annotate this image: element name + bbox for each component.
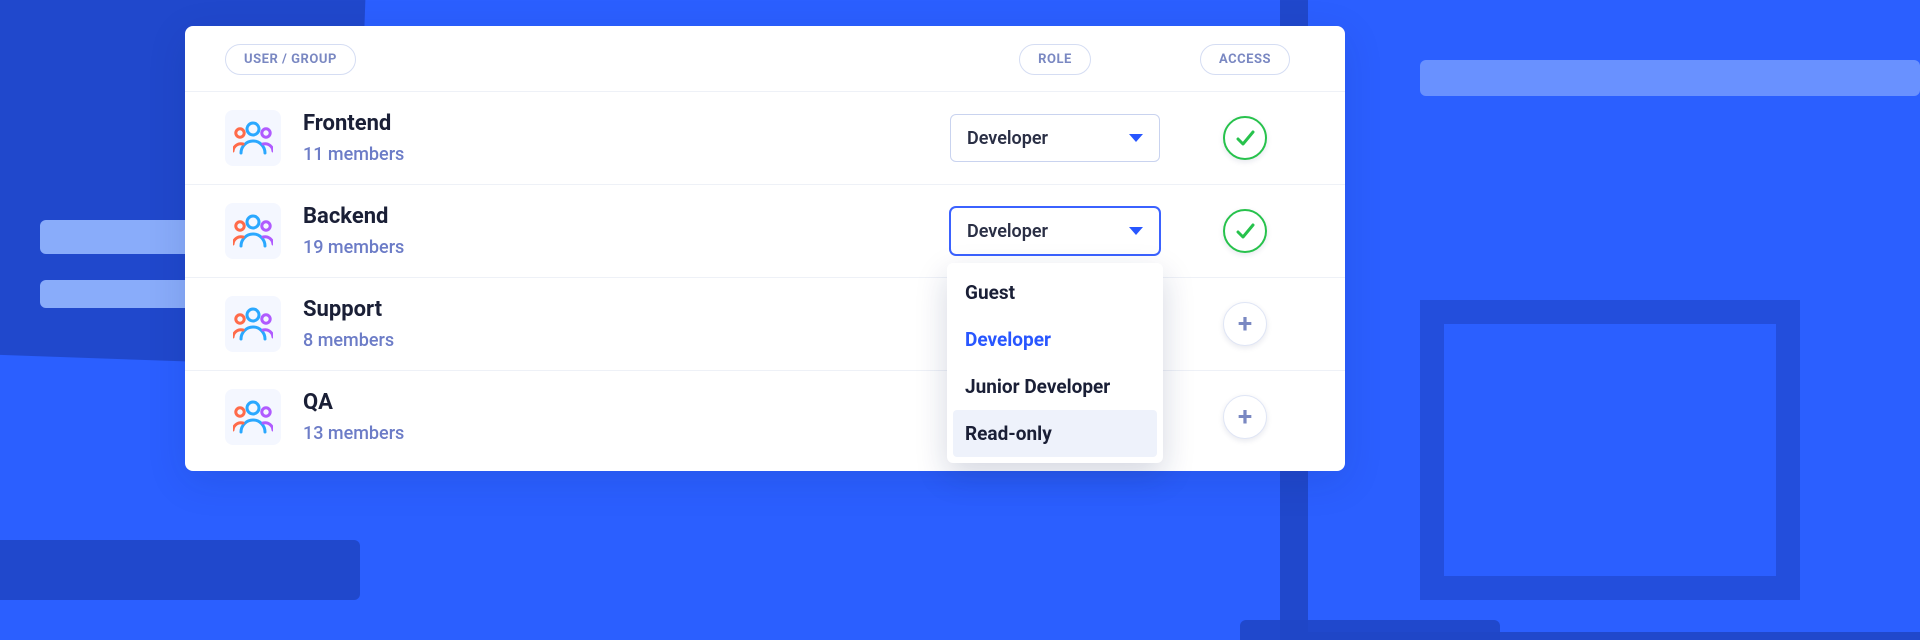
group-members: 8 members	[303, 330, 394, 351]
table-row: Support 8 members +	[185, 278, 1345, 371]
people-icon	[233, 213, 273, 249]
role-select-value: Developer	[967, 221, 1048, 242]
access-granted-badge[interactable]	[1223, 209, 1267, 253]
group-members: 11 members	[303, 144, 404, 165]
plus-icon: +	[1238, 311, 1252, 337]
role-option[interactable]: Junior Developer	[947, 363, 1163, 410]
column-role: ROLE	[1019, 44, 1091, 75]
group-cell: Support 8 members	[225, 296, 925, 352]
check-icon	[1235, 128, 1255, 148]
column-user-group: USER / GROUP	[225, 44, 356, 75]
group-members: 19 members	[303, 237, 404, 258]
people-icon	[233, 399, 273, 435]
role-dropdown: GuestDeveloperJunior DeveloperRead-only	[947, 263, 1163, 463]
access-cell	[1185, 209, 1305, 253]
access-granted-badge[interactable]	[1223, 116, 1267, 160]
group-cell: Frontend 11 members	[225, 110, 925, 166]
role-option[interactable]: Developer	[947, 316, 1163, 363]
role-select[interactable]: Developer	[950, 207, 1160, 255]
column-access: ACCESS	[1200, 44, 1290, 75]
add-access-button[interactable]: +	[1223, 395, 1267, 439]
role-option[interactable]: Read-only	[953, 410, 1157, 457]
role-option[interactable]: Guest	[947, 269, 1163, 316]
role-cell: DeveloperGuestDeveloperJunior DeveloperR…	[945, 207, 1165, 255]
access-cell: +	[1185, 395, 1305, 439]
table-row: Frontend 11 members Developer	[185, 92, 1345, 185]
people-icon	[233, 120, 273, 156]
check-icon	[1235, 221, 1255, 241]
plus-icon: +	[1238, 404, 1252, 430]
group-name: Frontend	[303, 111, 404, 137]
permissions-card: USER / GROUP ROLE ACCESS Frontend 11 memb…	[185, 26, 1345, 471]
group-avatar	[225, 296, 281, 352]
chevron-down-icon	[1129, 134, 1143, 142]
add-access-button[interactable]: +	[1223, 302, 1267, 346]
group-avatar	[225, 389, 281, 445]
group-name: QA	[303, 390, 404, 416]
role-cell: Developer	[945, 114, 1165, 162]
group-members: 13 members	[303, 423, 404, 444]
role-select[interactable]: Developer	[950, 114, 1160, 162]
table-row: Backend 19 members DeveloperGuestDeveloper…	[185, 185, 1345, 278]
group-name: Support	[303, 297, 394, 323]
group-cell: QA 13 members	[225, 389, 925, 445]
access-cell	[1185, 116, 1305, 160]
table-row: QA 13 members +	[185, 371, 1345, 463]
access-cell: +	[1185, 302, 1305, 346]
chevron-down-icon	[1129, 227, 1143, 235]
group-avatar	[225, 110, 281, 166]
people-icon	[233, 306, 273, 342]
group-name: Backend	[303, 204, 404, 230]
group-avatar	[225, 203, 281, 259]
group-cell: Backend 19 members	[225, 203, 925, 259]
role-select-value: Developer	[967, 128, 1048, 149]
table-header: USER / GROUP ROLE ACCESS	[185, 26, 1345, 92]
